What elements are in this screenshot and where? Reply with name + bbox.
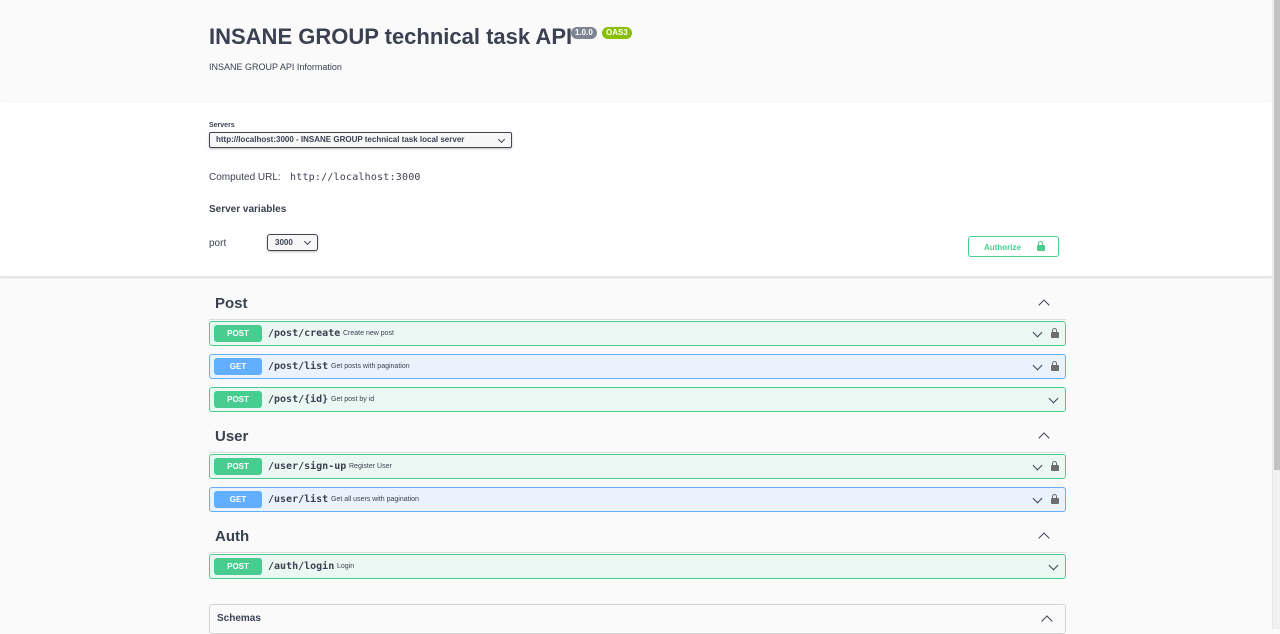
scheme-container (0, 103, 1272, 277)
chevron-down-icon (1032, 327, 1043, 338)
operation-user-sign-up[interactable]: POST /user/sign-up Register User (209, 454, 1066, 479)
operation-post-create[interactable]: POST /post/create Create new post (209, 321, 1066, 346)
schemas-title: Schemas (217, 613, 261, 624)
servers-label: Servers (209, 122, 235, 129)
chevron-up-icon (1041, 615, 1053, 627)
chevron-down-icon (1032, 460, 1043, 471)
operation-path: /post/{id} (268, 394, 329, 405)
authorize-label: Authorize (984, 243, 1021, 252)
chevron-up-icon (1038, 532, 1050, 544)
tag-auth-header[interactable]: Auth (209, 520, 1066, 553)
operation-summary: Login (337, 563, 355, 570)
scrollbar[interactable] (1272, 0, 1280, 629)
chevron-down-icon (1048, 393, 1059, 404)
tag-user-header[interactable]: User (209, 420, 1066, 453)
tag-name: User (215, 428, 249, 445)
lock-icon (1037, 241, 1045, 251)
chevron-down-icon (1032, 493, 1043, 504)
method-badge: POST (214, 391, 262, 408)
method-badge: GET (214, 491, 262, 508)
server-variables-title: Server variables (209, 204, 287, 215)
servers-selected-value: http://localhost:3000 - INSANE GROUP tec… (216, 135, 465, 144)
chevron-up-icon (1038, 299, 1050, 311)
computed-url-label: Computed URL: (209, 172, 281, 183)
chevron-down-icon (1032, 360, 1043, 371)
lock-icon[interactable] (1051, 494, 1059, 504)
operation-post-by-id[interactable]: POST /post/{id} Get post by id (209, 387, 1066, 412)
port-selected-value: 3000 (275, 238, 293, 247)
chevron-down-icon (1048, 560, 1059, 571)
scrollbar-thumb[interactable] (1274, 0, 1280, 470)
operation-post-list[interactable]: GET /post/list Get posts with pagination (209, 354, 1066, 379)
operation-summary: Get all users with pagination (331, 496, 419, 503)
operation-summary: Get post by id (331, 396, 375, 403)
operation-auth-login[interactable]: POST /auth/login Login (209, 554, 1066, 579)
version-badge: 1.0.0 (571, 27, 597, 39)
tag-name: Post (215, 295, 248, 312)
method-badge: POST (214, 325, 262, 342)
computed-url-value: http://localhost:3000 (290, 172, 421, 183)
api-description: INSANE GROUP API Information (209, 62, 342, 72)
lock-icon[interactable] (1051, 461, 1059, 471)
chevron-down-icon (303, 237, 312, 246)
api-title: INSANE GROUP technical task API (209, 24, 573, 49)
chevron-up-icon (1038, 432, 1050, 444)
lock-icon[interactable] (1051, 328, 1059, 338)
operation-user-list[interactable]: GET /user/list Get all users with pagina… (209, 487, 1066, 512)
tag-name: Auth (215, 528, 250, 545)
schemas-section[interactable]: Schemas (209, 604, 1066, 634)
oas-badge: OAS3 (602, 27, 632, 39)
lock-icon[interactable] (1051, 361, 1059, 371)
tag-post-header[interactable]: Post (209, 287, 1066, 320)
operation-path: /auth/login (268, 561, 335, 572)
method-badge: POST (214, 558, 262, 575)
port-select[interactable]: 3000 (267, 234, 318, 251)
authorize-button[interactable]: Authorize (968, 236, 1059, 257)
operation-summary: Register User (349, 463, 392, 470)
info-section: INSANE GROUP technical task API 1.0.0 OA… (0, 0, 1272, 103)
operation-path: /user/list (268, 494, 329, 505)
method-badge: GET (214, 358, 262, 375)
chevron-down-icon (497, 135, 506, 144)
method-badge: POST (214, 458, 262, 475)
operation-path: /user/sign-up (268, 461, 347, 472)
operation-path: /post/list (268, 361, 329, 372)
operation-summary: Create new post (343, 330, 394, 337)
operation-summary: Get posts with pagination (331, 363, 410, 370)
port-label: port (209, 238, 227, 249)
operation-path: /post/create (268, 328, 341, 339)
servers-select[interactable]: http://localhost:3000 - INSANE GROUP tec… (209, 132, 512, 148)
